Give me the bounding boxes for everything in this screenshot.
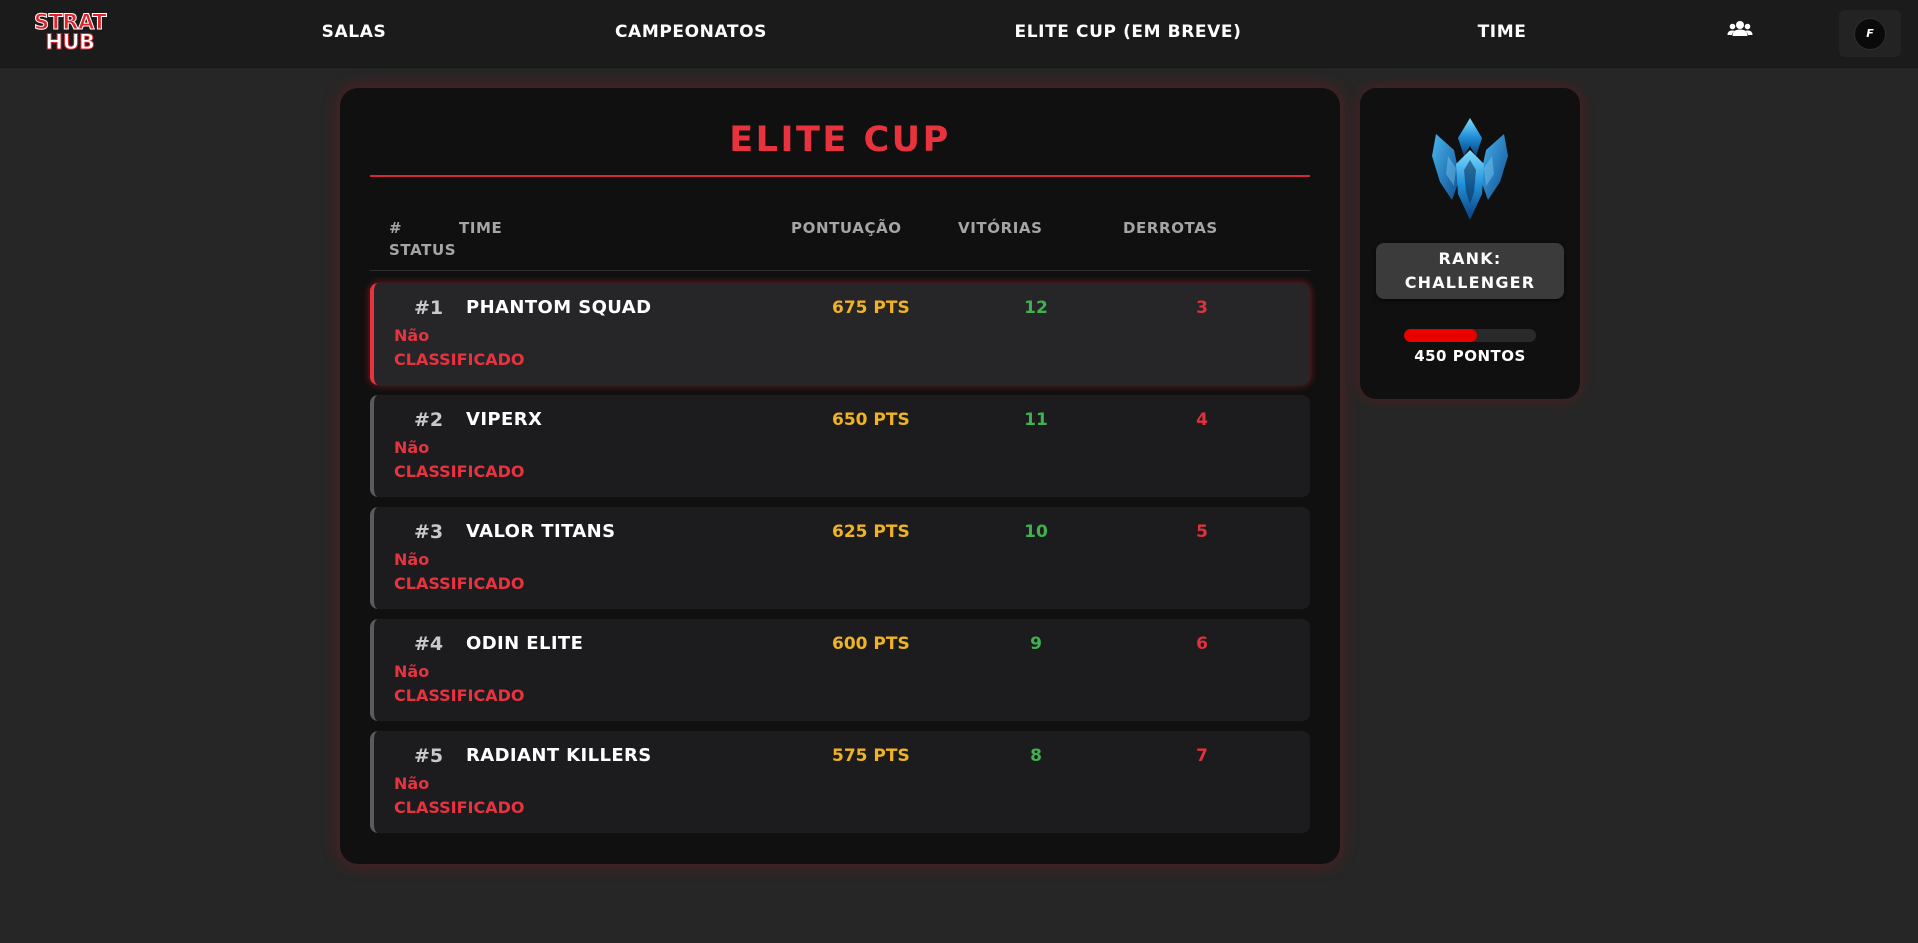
row-losses: 7 [1196, 746, 1208, 766]
rank-badge: RANK: CHALLENGER [1376, 243, 1564, 299]
row-status-line-2: CLASSIFICADO [394, 350, 525, 369]
row-status-line-2: CLASSIFICADO [394, 462, 525, 481]
row-wins: 11 [1024, 410, 1048, 430]
row-rank: #4 [414, 633, 444, 655]
row-status-line-1: Não [394, 662, 430, 681]
row-points: 600 PTS [832, 634, 910, 654]
row-team: ODIN ELITE [466, 633, 584, 654]
row-team: PHANTOM SQUAD [466, 297, 652, 318]
profile-button[interactable]: F [1839, 10, 1901, 57]
nav-link-campeonatos[interactable]: CAMPEONATOS [615, 22, 767, 42]
table-row[interactable]: #4 ODIN ELITE 600 PTS 9 6 Não CLASSIFICA… [370, 619, 1310, 721]
users-icon[interactable] [1727, 19, 1753, 41]
row-status-line-1: Não [394, 550, 430, 569]
header-wins: VITÓRIAS [958, 219, 1043, 237]
title-divider [370, 175, 1310, 177]
table-row[interactable]: #3 VALOR TITANS 625 PTS 10 5 Não CLASSIF… [370, 507, 1310, 609]
page-title: ELITE CUP [729, 120, 951, 160]
table-row[interactable]: #1 PHANTOM SQUAD 675 PTS 12 3 Não CLASSI… [370, 283, 1310, 385]
row-status-line-1: Não [394, 326, 430, 345]
row-losses: 5 [1196, 522, 1208, 542]
nav-link-time[interactable]: TIME [1478, 22, 1527, 42]
row-team: VIPERX [466, 409, 543, 430]
header-team: TIME [459, 219, 503, 237]
row-rank: #3 [414, 521, 444, 543]
challenger-emblem-icon [1424, 116, 1516, 224]
row-rank: #2 [414, 409, 444, 431]
rank-progress-fill [1404, 329, 1477, 342]
row-status-line-1: Não [394, 774, 430, 793]
row-wins: 12 [1024, 298, 1048, 318]
row-losses: 4 [1196, 410, 1208, 430]
row-losses: 6 [1196, 634, 1208, 654]
nav-link-salas[interactable]: SALAS [322, 22, 387, 42]
row-wins: 9 [1030, 634, 1042, 654]
row-status-line-2: CLASSIFICADO [394, 686, 525, 705]
rank-card: RANK: CHALLENGER 450 PONTOS [1360, 88, 1580, 399]
row-losses: 3 [1196, 298, 1208, 318]
row-rank: #5 [414, 745, 444, 767]
rank-value: CHALLENGER [1404, 273, 1536, 292]
leaderboard-card: ELITE CUP # TIME PONTUAÇÃO VITÓRIAS DERR… [340, 88, 1340, 864]
table-row[interactable]: #2 VIPERX 650 PTS 11 4 Não CLASSIFICADO [370, 395, 1310, 497]
avatar: F [1854, 18, 1886, 50]
row-wins: 8 [1030, 746, 1042, 766]
row-points: 575 PTS [832, 746, 910, 766]
row-status: Não CLASSIFICADO [394, 660, 594, 708]
logo-line-2: HUB [45, 30, 96, 54]
logo-line-1: STRAT [33, 10, 107, 34]
header-divider [370, 270, 1310, 271]
row-status: Não CLASSIFICADO [394, 324, 594, 372]
row-wins: 10 [1024, 522, 1048, 542]
rank-label: RANK: [1438, 249, 1502, 268]
row-points: 675 PTS [832, 298, 910, 318]
header-rank: # [389, 219, 403, 237]
row-status-line-2: CLASSIFICADO [394, 798, 525, 817]
row-team: VALOR TITANS [466, 521, 616, 542]
strathub-logo[interactable]: STRAT HUB [18, 10, 122, 56]
row-status-line-2: CLASSIFICADO [394, 574, 525, 593]
row-status: Não CLASSIFICADO [394, 772, 594, 820]
row-points: 650 PTS [832, 410, 910, 430]
top-navbar: STRAT HUB SALAS CAMPEONATOS ELITE CUP (E… [0, 0, 1918, 68]
row-status-line-1: Não [394, 438, 430, 457]
table-row[interactable]: #5 RADIANT KILLERS 575 PTS 8 7 Não CLASS… [370, 731, 1310, 833]
row-team: RADIANT KILLERS [466, 745, 652, 766]
row-status: Não CLASSIFICADO [394, 548, 594, 596]
rank-progress-bar [1404, 329, 1536, 342]
header-losses: DERROTAS [1123, 219, 1218, 237]
header-points: PONTUAÇÃO [791, 219, 902, 237]
header-status: STATUS [389, 241, 457, 259]
row-rank: #1 [414, 297, 444, 319]
row-status: Não CLASSIFICADO [394, 436, 594, 484]
points-label: 450 PONTOS [1414, 347, 1526, 365]
row-points: 625 PTS [832, 522, 910, 542]
nav-link-elite-cup[interactable]: ELITE CUP (EM BREVE) [1015, 22, 1242, 42]
